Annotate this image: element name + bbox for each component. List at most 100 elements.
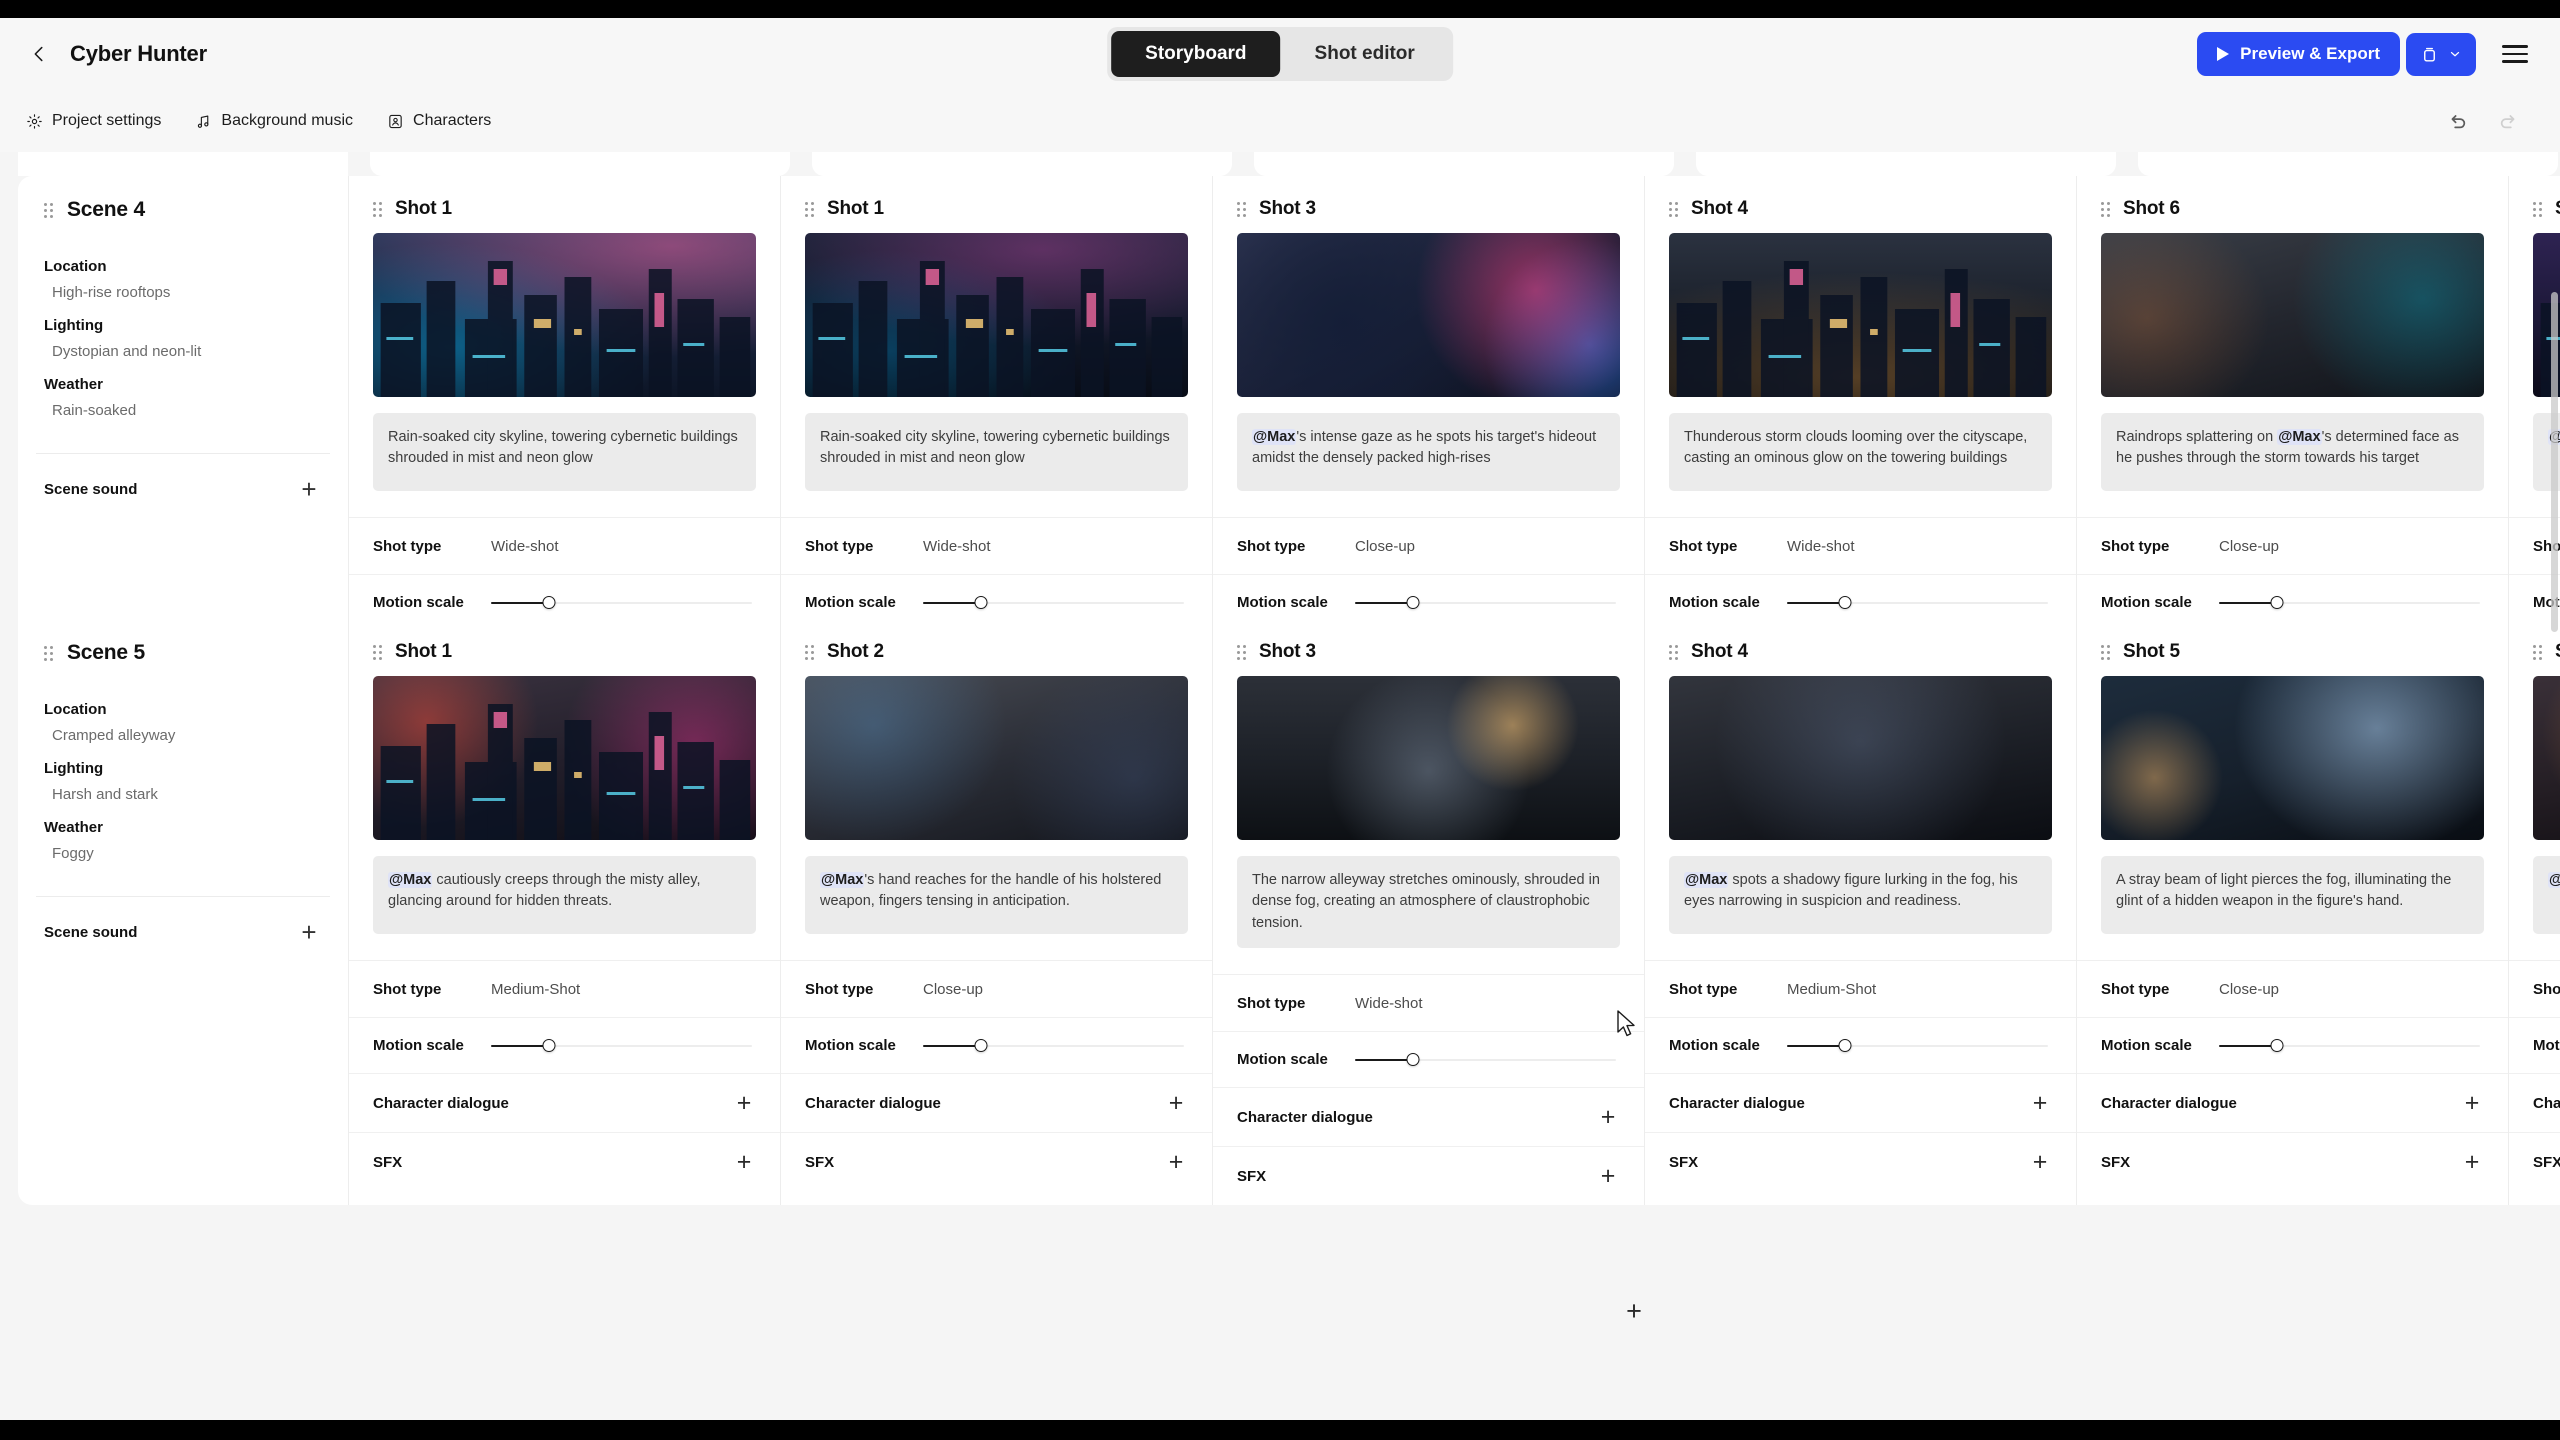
weather-value[interactable]: Rain-soaked (44, 402, 322, 419)
add-character-dialogue-button[interactable]: + (1596, 1104, 1620, 1129)
shot-type-row[interactable]: Shot type Wide-shot (1213, 975, 1644, 1031)
add-character-dialogue-button[interactable]: + (1164, 1090, 1188, 1115)
shot-card[interactable]: Shot 6 @ a th Shot type Medium-Shot Moti… (2508, 619, 2560, 1206)
insert-shot-button[interactable]: + (1620, 1297, 1648, 1325)
motion-scale-slider[interactable] (2219, 1038, 2484, 1054)
scene-drag-handle[interactable] (44, 202, 53, 218)
add-sfx-button[interactable]: + (2028, 1149, 2052, 1174)
add-sfx-button[interactable]: + (1596, 1163, 1620, 1188)
location-value[interactable]: High-rise rooftops (44, 284, 322, 301)
shot-card[interactable]: Shot 5 A stray beam of light pierces the… (2076, 619, 2508, 1206)
shot-drag-handle[interactable] (2101, 644, 2110, 660)
shot-drag-handle[interactable] (805, 644, 814, 660)
character-mention[interactable]: @ (2548, 872, 2560, 888)
shot-description[interactable]: Thunderous storm clouds looming over the… (1669, 413, 2052, 491)
shot-description[interactable]: A stray beam of light pierces the fog, i… (2101, 856, 2484, 934)
motion-scale-slider[interactable] (491, 1038, 756, 1054)
shot-description[interactable]: @Max spots a shadowy figure lurking in t… (1669, 856, 2052, 934)
storyboard-canvas[interactable]: Scene 4 Location High-rise rooftops Ligh… (0, 152, 2560, 1420)
slider-knob[interactable] (1838, 596, 1852, 609)
main-menu-button[interactable] (2496, 39, 2534, 69)
character-mention[interactable]: @Max (388, 872, 433, 888)
motion-scale-slider[interactable] (1355, 1052, 1620, 1068)
shot-drag-handle[interactable] (805, 201, 814, 217)
shot-type-row[interactable]: Shot type Wide-shot (349, 518, 780, 574)
add-sfx-button[interactable]: + (732, 1149, 756, 1174)
slider-knob[interactable] (2270, 1039, 2284, 1052)
slider-knob[interactable] (542, 596, 556, 609)
shot-thumbnail[interactable] (373, 676, 756, 840)
slider-knob[interactable] (1406, 596, 1420, 609)
shot-description[interactable]: @Max's intense gaze as he spots his targ… (1237, 413, 1620, 491)
shot-drag-handle[interactable] (2533, 644, 2542, 660)
shot-card[interactable]: Shot 4 @Max spots a shadowy figure lurki… (1644, 619, 2076, 1206)
character-mention[interactable]: @Max (1684, 872, 1729, 888)
slider-knob[interactable] (542, 1039, 556, 1052)
character-mention[interactable]: @Max (2277, 429, 2322, 445)
add-sfx-button[interactable]: + (1164, 1149, 1188, 1174)
shot-thumbnail[interactable] (805, 233, 1188, 397)
lighting-value[interactable]: Dystopian and neon-lit (44, 343, 322, 360)
shot-type-row[interactable]: Shot type Medium-Shot (349, 961, 780, 1017)
motion-scale-slider[interactable] (923, 1038, 1188, 1054)
shot-thumbnail[interactable] (1237, 676, 1620, 840)
character-mention[interactable]: @Max (1252, 429, 1297, 445)
shot-type-value[interactable]: Wide-shot (491, 538, 559, 555)
shot-type-row[interactable]: Shot type Medium-Shot (2509, 961, 2560, 1017)
motion-scale-slider[interactable] (2219, 595, 2484, 611)
shot-type-row[interactable]: Shot type Close-up (2077, 518, 2508, 574)
shot-thumbnail[interactable] (1237, 233, 1620, 397)
shot-drag-handle[interactable] (1237, 201, 1246, 217)
shot-type-row[interactable]: Shot type Close-up (781, 961, 1212, 1017)
shot-description[interactable]: @Max's hand reaches for the handle of hi… (805, 856, 1188, 934)
shot-description[interactable]: The narrow alleyway stretches ominously,… (1237, 856, 1620, 949)
shot-thumbnail[interactable] (2533, 676, 2560, 840)
undo-button[interactable] (2442, 106, 2472, 136)
shot-drag-handle[interactable] (373, 644, 382, 660)
shot-drag-handle[interactable] (2533, 201, 2542, 217)
character-mention[interactable]: @Max (820, 872, 865, 888)
shot-type-value[interactable]: Close-up (2219, 981, 2279, 998)
shot-description[interactable]: @Max cautiously creeps through the misty… (373, 856, 756, 934)
shot-thumbnail[interactable] (1669, 676, 2052, 840)
shot-thumbnail[interactable] (2101, 233, 2484, 397)
shot-type-value[interactable]: Close-up (1355, 538, 1415, 555)
add-character-dialogue-button[interactable]: + (2460, 1090, 2484, 1115)
shot-card[interactable]: Shot 1 @Max cautiously creeps through th… (348, 619, 780, 1206)
slider-knob[interactable] (974, 596, 988, 609)
shot-type-row[interactable]: Shot type Wide-shot (781, 518, 1212, 574)
shot-type-row[interactable]: Shot type Close-up (1213, 518, 1644, 574)
motion-scale-slider[interactable] (1787, 1038, 2052, 1054)
weather-value[interactable]: Foggy (44, 845, 322, 862)
shot-thumbnail[interactable] (805, 676, 1188, 840)
shot-type-value[interactable]: Wide-shot (1355, 995, 1423, 1012)
add-scene-sound-button[interactable]: + (296, 476, 322, 502)
slider-knob[interactable] (1838, 1039, 1852, 1052)
slider-knob[interactable] (1406, 1053, 1420, 1067)
shot-description[interactable]: @ a th (2533, 856, 2560, 934)
tab-shot-editor[interactable]: Shot editor (1281, 31, 1449, 77)
tab-storyboard[interactable]: Storyboard (1111, 31, 1281, 77)
shot-card[interactable]: Shot 2 @Max's hand reaches for the handl… (780, 619, 1212, 1206)
shot-description[interactable]: Raindrops splattering on @Max's determin… (2101, 413, 2484, 491)
shot-drag-handle[interactable] (1669, 644, 1678, 660)
shot-drag-handle[interactable] (1669, 201, 1678, 217)
scene-drag-handle[interactable] (44, 645, 53, 661)
back-button[interactable] (26, 41, 52, 67)
shot-type-value[interactable]: Medium-Shot (1787, 981, 1876, 998)
add-scene-sound-button[interactable]: + (296, 919, 322, 945)
background-music-button[interactable]: Background music (191, 107, 357, 135)
add-character-dialogue-button[interactable]: + (732, 1090, 756, 1115)
shot-thumbnail[interactable] (2101, 676, 2484, 840)
shot-type-value[interactable]: Close-up (923, 981, 983, 998)
motion-scale-slider[interactable] (491, 595, 756, 611)
shot-type-value[interactable]: Wide-shot (1787, 538, 1855, 555)
add-sfx-button[interactable]: + (2460, 1149, 2484, 1174)
motion-scale-slider[interactable] (1787, 595, 2052, 611)
project-settings-button[interactable]: Project settings (22, 107, 165, 135)
slider-knob[interactable] (974, 1039, 988, 1052)
add-character-dialogue-button[interactable]: + (2028, 1090, 2052, 1115)
slider-knob[interactable] (2270, 596, 2284, 609)
shot-card[interactable]: Shot 3 The narrow alleyway stretches omi… (1212, 619, 1644, 1206)
preview-export-button[interactable]: Preview & Export (2197, 32, 2400, 76)
